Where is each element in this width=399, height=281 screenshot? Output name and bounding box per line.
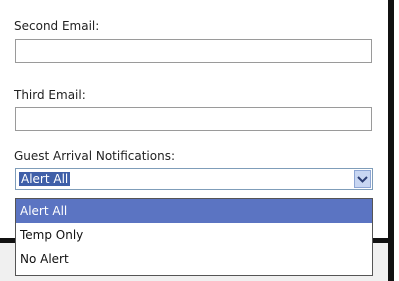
third-email-label: Third Email:	[14, 88, 86, 102]
form-panel: Second Email: Third Email: Guest Arrival…	[0, 0, 399, 281]
option-alert-all[interactable]: Alert All	[16, 199, 372, 223]
third-email-field[interactable]	[15, 107, 372, 131]
guest-arrival-options-list: Alert All Temp Only No Alert	[15, 198, 373, 276]
dropdown-button[interactable]	[354, 170, 371, 188]
second-email-field[interactable]	[15, 39, 372, 63]
chevron-down-icon	[357, 176, 368, 183]
second-email-label: Second Email:	[14, 19, 100, 33]
option-no-alert[interactable]: No Alert	[16, 247, 372, 271]
guest-arrival-selected-value: Alert All	[19, 172, 71, 186]
guest-arrival-select[interactable]: Alert All	[15, 168, 373, 190]
option-temp-only[interactable]: Temp Only	[16, 223, 372, 247]
guest-arrival-label: Guest Arrival Notifications:	[14, 149, 176, 163]
